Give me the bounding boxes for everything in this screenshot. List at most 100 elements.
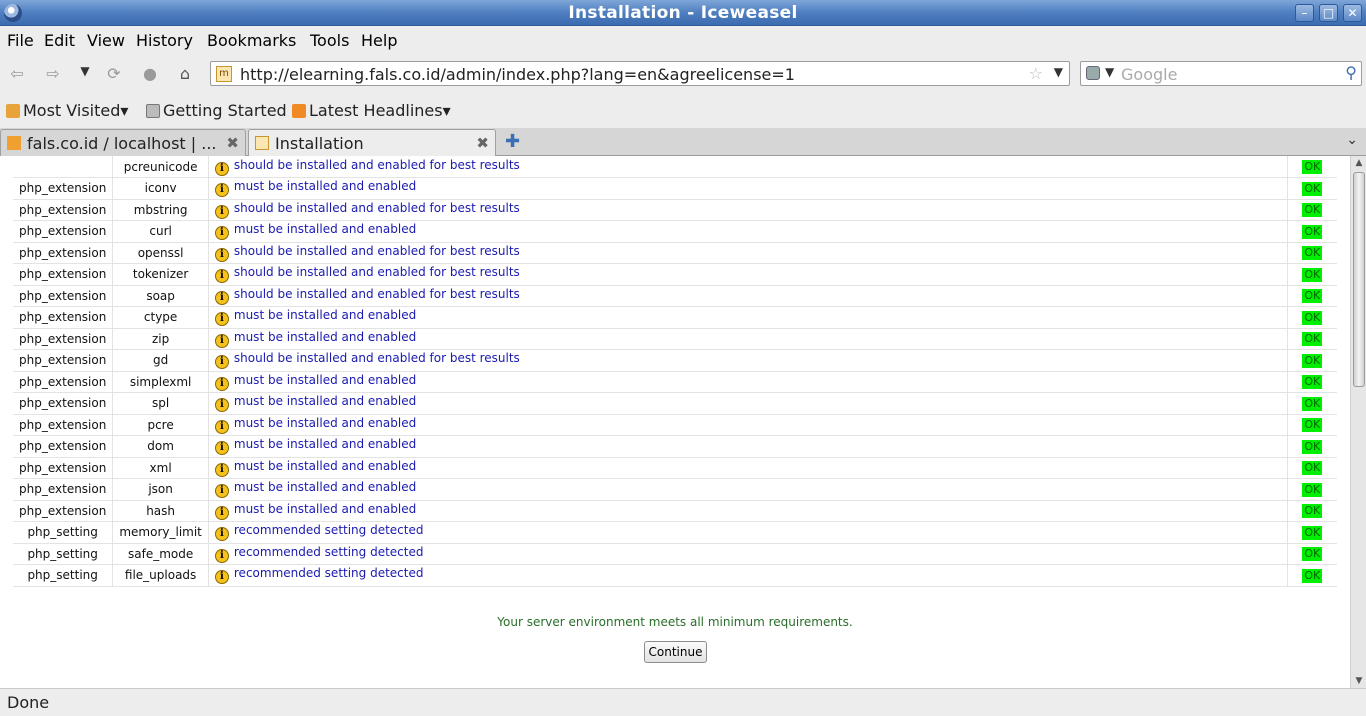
requirement-type: php_extension — [19, 267, 107, 282]
requirement-status-cell: OK — [1286, 371, 1337, 393]
requirement-name: curl — [112, 220, 209, 242]
requirement-status-cell: OK — [1286, 220, 1337, 242]
requirement-message[interactable]: must be installed and enabled — [234, 437, 416, 451]
stop-icon[interactable]: ● — [139, 64, 161, 84]
info-icon: i — [214, 204, 229, 219]
requirement-type: php_extension — [19, 288, 107, 303]
minimize-button[interactable]: – — [1295, 4, 1314, 22]
search-input[interactable]: Google — [1121, 65, 1177, 84]
info-icon: i — [214, 290, 229, 305]
requirement-type: php_setting — [27, 546, 98, 561]
status-badge: OK — [1302, 224, 1323, 239]
home-icon[interactable]: ⌂ — [174, 64, 196, 84]
vertical-scrollbar[interactable]: ▲ ▼ — [1350, 156, 1366, 688]
table-row: php_extension dom i must be installed and e… — [13, 435, 1337, 457]
requirement-message[interactable]: must be installed and enabled — [234, 373, 416, 387]
requirement-message[interactable]: must be installed and enabled — [234, 459, 416, 473]
bookmark-most-visited[interactable]: Most Visited▾ — [6, 101, 128, 120]
requirement-name: soap — [112, 285, 209, 307]
info-icon: i — [214, 462, 229, 477]
info-icon: i — [214, 247, 229, 262]
menu-bookmarks[interactable]: Bookmarks — [207, 31, 296, 50]
requirement-name: simplexml — [112, 371, 209, 393]
reload-icon[interactable]: ⟳ — [103, 64, 125, 84]
table-row: php_extension mbstring i should be installe… — [13, 199, 1337, 221]
requirement-type: php_extension — [19, 460, 107, 475]
rss-icon — [292, 104, 306, 118]
requirement-message-cell: i should be installed and enabled for bes… — [208, 285, 1287, 307]
requirement-status-cell: OK — [1286, 328, 1337, 350]
navigation-toolbar: ⇦ ⇨ ▼ ⟳ ● ⌂ m http://elearning.fals.co.i… — [0, 54, 1366, 92]
requirement-type: php_extension — [19, 181, 107, 196]
requirement-name: xml — [112, 457, 209, 479]
requirement-message-cell: i should be installed and enabled for bes… — [208, 350, 1287, 372]
search-icon[interactable]: ⚲ — [1345, 63, 1357, 82]
search-engine-icon[interactable] — [1086, 66, 1100, 80]
history-dropdown-icon[interactable]: ▼ — [74, 64, 96, 84]
requirement-status-cell: OK — [1286, 392, 1337, 414]
forward-icon[interactable]: ⇨ — [42, 64, 64, 84]
back-icon[interactable]: ⇦ — [6, 64, 28, 84]
requirement-message[interactable]: should be installed and enabled for best… — [234, 244, 520, 258]
requirement-message[interactable]: must be installed and enabled — [234, 394, 416, 408]
requirement-status-cell: OK — [1286, 500, 1337, 522]
scroll-down-icon[interactable]: ▼ — [1352, 674, 1366, 688]
requirement-message[interactable]: must be installed and enabled — [234, 330, 416, 344]
search-engine-dropdown-icon[interactable]: ▼ — [1105, 65, 1114, 79]
requirement-type: php_extension — [19, 310, 107, 325]
tab-list-icon[interactable]: ⌄ — [1346, 132, 1358, 148]
requirement-message-cell: i recommended setting detected — [208, 522, 1287, 544]
scroll-up-icon[interactable]: ▲ — [1352, 156, 1366, 170]
close-tab-icon[interactable]: ✖ — [476, 134, 489, 152]
requirement-message[interactable]: must be installed and enabled — [234, 416, 416, 430]
requirement-message-cell: i should be installed and enabled for bes… — [208, 264, 1287, 286]
requirement-message[interactable]: recommended setting detected — [234, 545, 424, 559]
requirement-message[interactable]: recommended setting detected — [234, 566, 424, 580]
requirement-message[interactable]: should be installed and enabled for best… — [234, 265, 520, 279]
bookmarks-toolbar: Most Visited▾ Getting Started Latest Hea… — [0, 93, 1366, 127]
continue-button[interactable]: Continue — [644, 641, 707, 663]
requirement-message[interactable]: recommended setting detected — [234, 523, 424, 537]
requirement-message[interactable]: must be installed and enabled — [234, 179, 416, 193]
menu-history[interactable]: History — [136, 31, 193, 50]
status-badge: OK — [1302, 396, 1323, 411]
menu-tools[interactable]: Tools — [310, 31, 349, 50]
folder-icon — [6, 104, 20, 118]
info-icon: i — [214, 441, 229, 456]
url-dropdown-icon[interactable]: ▼ — [1054, 65, 1063, 79]
requirement-message[interactable]: must be installed and enabled — [234, 502, 416, 516]
requirement-message[interactable]: must be installed and enabled — [234, 222, 416, 236]
menu-help[interactable]: Help — [361, 31, 397, 50]
url-text[interactable]: http://elearning.fals.co.id/admin/index.… — [240, 65, 795, 84]
table-row: php_setting safe_mode i recommended setting… — [13, 543, 1337, 565]
requirement-type: php_extension — [19, 396, 107, 411]
scroll-thumb[interactable] — [1353, 172, 1365, 387]
bookmark-getting-started[interactable]: Getting Started — [146, 101, 287, 120]
info-icon: i — [214, 484, 229, 499]
requirement-message[interactable]: should be installed and enabled for best… — [234, 351, 520, 365]
bookmark-star-icon[interactable]: ☆ — [1029, 64, 1043, 83]
requirement-name: memory_limit — [112, 521, 209, 543]
info-icon: i — [214, 505, 229, 520]
tab-phpmyadmin[interactable]: fals.co.id / localhost | ... ✖ — [0, 129, 246, 157]
requirement-message[interactable]: should be installed and enabled for best… — [234, 287, 520, 301]
new-tab-icon[interactable]: ✚ — [505, 131, 520, 152]
close-window-button[interactable]: ✕ — [1343, 4, 1362, 22]
requirement-type: php_extension — [19, 482, 107, 497]
maximize-button[interactable]: □ — [1319, 4, 1338, 22]
bookmark-latest-headlines[interactable]: Latest Headlines▾ — [292, 101, 451, 120]
menu-view[interactable]: View — [87, 31, 125, 50]
tab-installation[interactable]: Installation ✖ — [248, 129, 496, 157]
info-icon: i — [214, 269, 229, 284]
requirement-message[interactable]: should be installed and enabled for best… — [234, 201, 520, 215]
search-bar[interactable]: ▼ Google ⚲ — [1080, 61, 1362, 86]
menu-edit[interactable]: Edit — [44, 31, 75, 50]
close-tab-icon[interactable]: ✖ — [226, 134, 239, 152]
menu-file[interactable]: File — [7, 31, 34, 50]
requirement-message[interactable]: must be installed and enabled — [234, 308, 416, 322]
requirement-message[interactable]: must be installed and enabled — [234, 480, 416, 494]
url-bar[interactable]: m http://elearning.fals.co.id/admin/inde… — [210, 61, 1070, 86]
requirement-status-cell: OK — [1286, 199, 1337, 221]
requirement-message[interactable]: should be installed and enabled for best… — [234, 158, 520, 172]
requirement-status-cell: OK — [1286, 156, 1337, 178]
